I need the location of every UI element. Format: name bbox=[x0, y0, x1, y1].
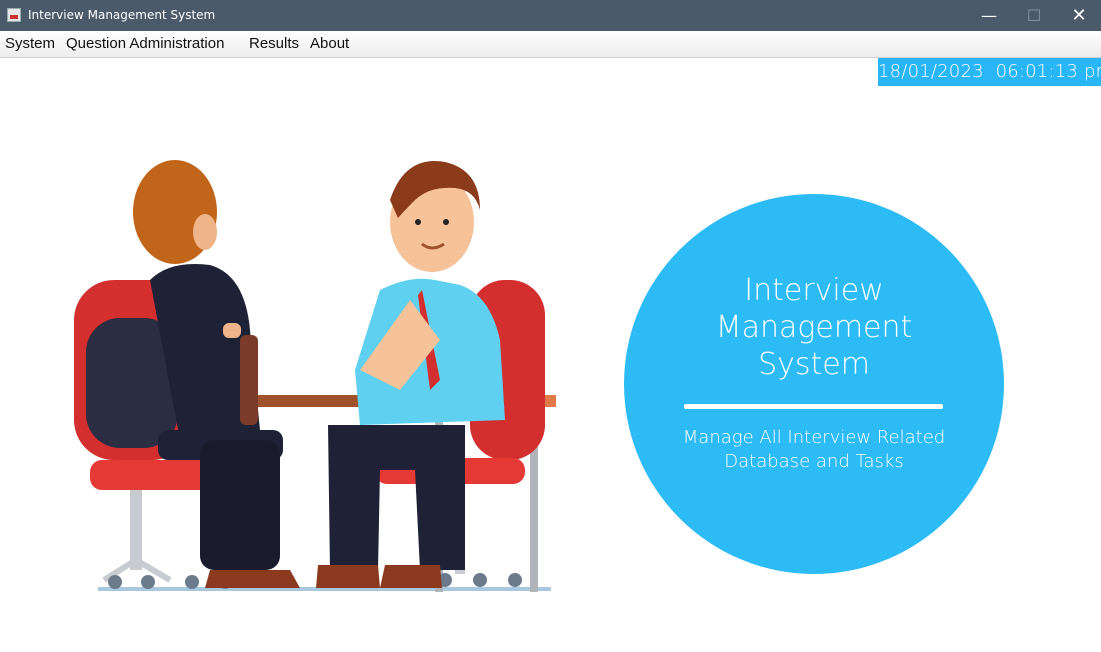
menu-about[interactable]: About bbox=[310, 35, 349, 52]
minimize-button[interactable]: — bbox=[966, 0, 1012, 31]
close-button[interactable]: ✕ bbox=[1056, 0, 1101, 31]
java-app-icon bbox=[7, 8, 21, 22]
hero-title-line: Management bbox=[715, 310, 913, 345]
menu-question-administration[interactable]: Question Administration bbox=[66, 35, 224, 52]
hero-divider bbox=[684, 404, 943, 409]
hero-circle: Interview Management System Manage All I… bbox=[624, 194, 1004, 574]
menu-results[interactable]: Results bbox=[249, 35, 299, 52]
maximize-button[interactable]: ☐ bbox=[1011, 0, 1057, 31]
hero-title-line: System bbox=[758, 347, 870, 382]
interview-illustration bbox=[74, 160, 556, 592]
datetime-label: 18/01/2023 06:01:13 pm bbox=[878, 58, 1101, 86]
hero-title-line: Interview bbox=[744, 273, 884, 308]
hero-title: Interview Management System bbox=[624, 272, 1004, 383]
right-person bbox=[316, 161, 505, 588]
hero-subtitle-line: Database and Tasks bbox=[724, 451, 904, 472]
hero-subtitle-line: Manage All Interview Related bbox=[682, 427, 946, 448]
menu-system[interactable]: System bbox=[5, 35, 55, 52]
menu-bar: System Question Administration Results A… bbox=[0, 31, 1101, 58]
hero-subtitle: Manage All Interview Related Database an… bbox=[644, 426, 984, 474]
title-bar: Interview Management System — ☐ ✕ bbox=[0, 0, 1101, 31]
window-title: Interview Management System bbox=[28, 8, 216, 22]
